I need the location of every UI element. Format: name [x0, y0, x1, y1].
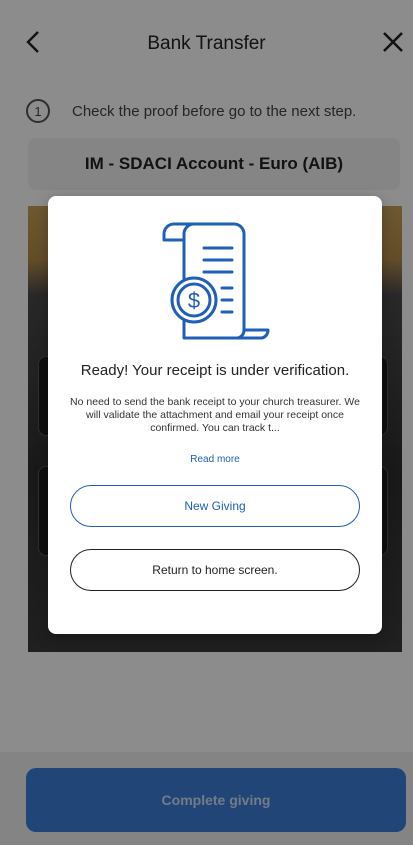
receipt-dollar-icon: $: [162, 222, 270, 340]
return-home-button[interactable]: Return to home screen.: [70, 549, 360, 591]
modal-title: Ready! Your receipt is under verificatio…: [80, 362, 350, 379]
read-more-link[interactable]: Read more: [48, 454, 382, 465]
modal-body-text: No need to send the bank receipt to your…: [70, 396, 360, 434]
verification-modal: $ Ready! Your receipt is under verificat…: [48, 196, 382, 634]
new-giving-button[interactable]: New Giving: [70, 485, 360, 527]
svg-text:$: $: [188, 288, 200, 313]
